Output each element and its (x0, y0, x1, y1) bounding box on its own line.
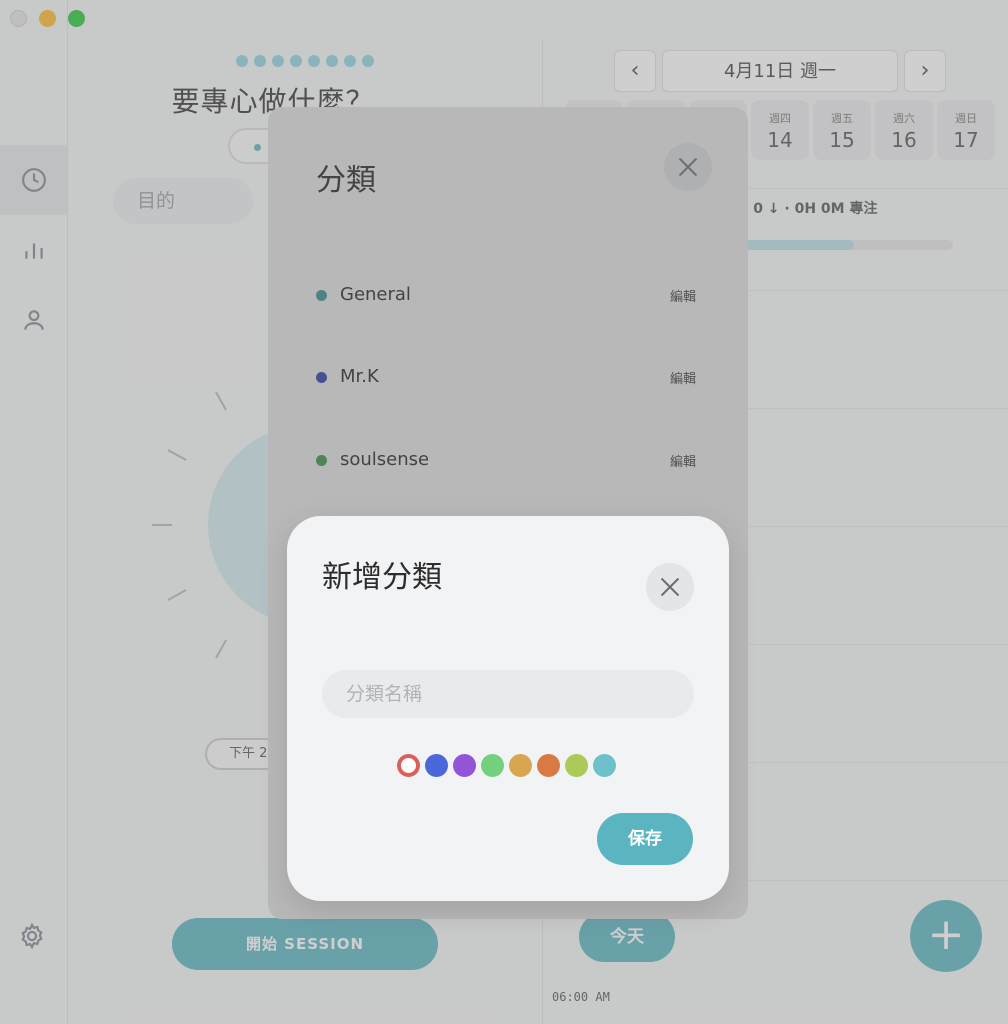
color-swatch[interactable] (397, 754, 420, 777)
color-swatch[interactable] (509, 754, 532, 777)
color-picker (397, 754, 616, 777)
add-category-title: 新增分類 (322, 560, 442, 595)
add-category-modal: 新增分類 保存 (287, 516, 729, 901)
color-swatch[interactable] (593, 754, 616, 777)
color-swatch[interactable] (481, 754, 504, 777)
close-icon[interactable] (646, 563, 694, 611)
color-swatch[interactable] (453, 754, 476, 777)
color-swatch[interactable] (425, 754, 448, 777)
color-swatch[interactable] (537, 754, 560, 777)
color-swatch[interactable] (565, 754, 588, 777)
category-name-input[interactable] (322, 670, 694, 718)
save-button[interactable]: 保存 (597, 813, 693, 865)
